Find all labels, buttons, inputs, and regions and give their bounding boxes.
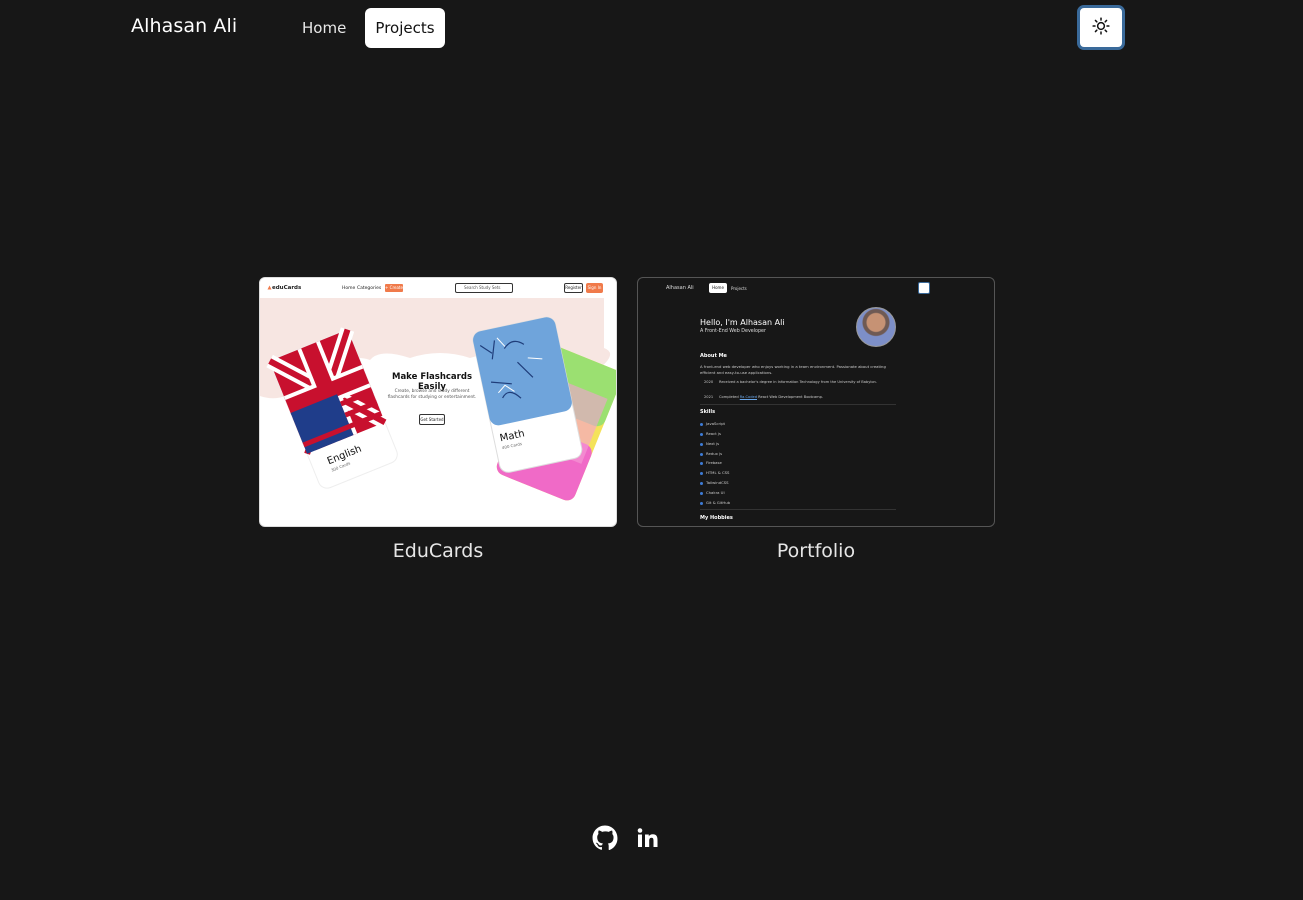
project-card-portfolio[interactable]: Alhasan Ali Home Projects Hello, I'm Alh… (637, 277, 995, 562)
educards-logo: eduCards (267, 285, 301, 291)
portfolio-skill-item: Next js (700, 441, 719, 446)
project-title-educards[interactable]: EduCards (259, 540, 617, 562)
portfolio-nav-home: Home (709, 283, 727, 293)
linkedin-icon (636, 826, 660, 854)
sun-icon (1092, 16, 1110, 39)
github-icon (592, 825, 618, 855)
nav-projects-link[interactable]: Projects (365, 8, 445, 48)
portfolio-about-text: A front-end web developer who enjoys wor… (700, 364, 886, 375)
project-title-portfolio[interactable]: Portfolio (637, 540, 995, 562)
portfolio-about-title: About Me (700, 353, 727, 359)
portfolio-divider (700, 509, 896, 510)
educards-thumbnail[interactable]: English 300 Cards Math 400 Cards eduCard… (259, 277, 617, 527)
portfolio-skill-item: Firebase (700, 460, 722, 465)
portfolio-skills-title: Skills (700, 409, 716, 415)
theme-toggle-button[interactable] (1077, 5, 1125, 50)
portfolio-skill-item: Git & GitHub (700, 500, 730, 505)
portfolio-brand: Alhasan Ali (666, 285, 694, 291)
portfolio-hobbies-title: My Hobbies (700, 515, 733, 521)
portfolio-skill-item: Chakra UI (700, 490, 725, 495)
educards-register-button: Register (564, 283, 583, 293)
educards-create-button: + Create (385, 284, 403, 292)
educards-nav-home: Home (342, 286, 356, 291)
portfolio-timeline-row: 2021 Completed Ra.Coded React Web Develop… (704, 395, 824, 399)
educards-hero-subtitle: Create, browse and study different flash… (387, 389, 477, 400)
educards-nav-categories: Categories (357, 286, 382, 291)
portfolio-skill-item: React js (700, 431, 721, 436)
educards-get-started-button: Get Started (419, 414, 445, 425)
portfolio-skill-item: JavaScript (700, 421, 725, 426)
portfolio-timeline-row: 2020 Received a bachelor's degree in Info… (704, 380, 877, 384)
portfolio-thumbnail[interactable]: Alhasan Ali Home Projects Hello, I'm Alh… (637, 277, 995, 527)
brand-name[interactable]: Alhasan Ali (131, 15, 237, 37)
linkedin-link[interactable] (634, 826, 662, 854)
portfolio-skill-item: TailwindCSS (700, 480, 729, 485)
portfolio-hello-heading: Hello, I'm Alhasan Ali (700, 318, 785, 327)
portfolio-skill-item: Redux js (700, 451, 722, 456)
portfolio-nav-projects: Projects (731, 286, 747, 291)
nav-home-link[interactable]: Home (293, 8, 355, 48)
educards-topbar: eduCards Home Categories + Create Search… (260, 278, 616, 298)
educards-signin-button: Sign In (586, 283, 603, 293)
portfolio-subtitle: A Front-End Web Developer (700, 329, 766, 334)
project-card-educards[interactable]: English 300 Cards Math 400 Cards eduCard… (259, 277, 617, 562)
portfolio-avatar (856, 307, 896, 347)
top-navbar: Alhasan Ali Home Projects (0, 0, 1303, 56)
github-link[interactable] (591, 825, 619, 855)
portfolio-theme-button (918, 282, 930, 294)
educards-search-input: Search Study Sets (455, 283, 513, 293)
portfolio-divider (700, 404, 896, 405)
portfolio-skill-item: HTML & CSS (700, 470, 729, 475)
educards-hero-art: English 300 Cards Math 400 Cards (260, 298, 616, 501)
